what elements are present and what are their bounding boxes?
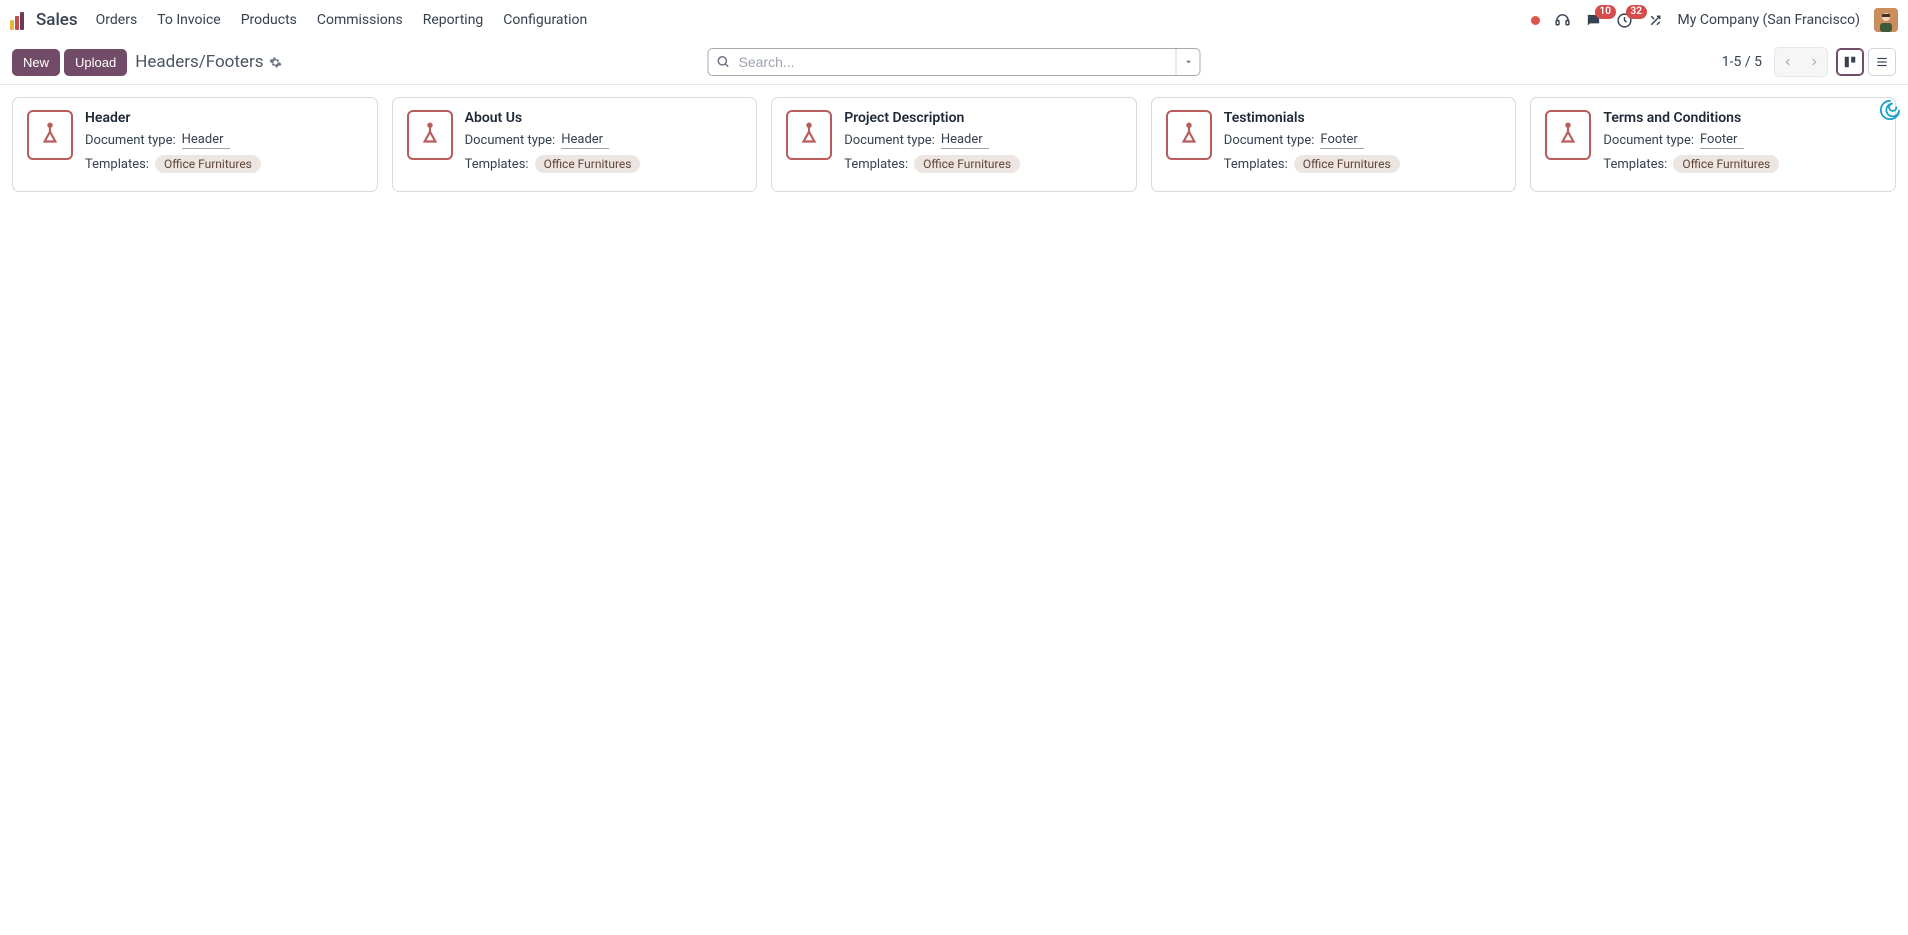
nav-orders[interactable]: Orders — [96, 12, 138, 28]
app-logo-icon[interactable] — [10, 10, 30, 30]
doc-type-label: Document type: — [465, 133, 556, 148]
nav-configuration[interactable]: Configuration — [503, 12, 587, 28]
template-tag[interactable]: Office Furnitures — [1294, 155, 1400, 173]
top-nav-right: 10 32 My Company (San Francisco) — [1531, 8, 1898, 32]
nav-products[interactable]: Products — [241, 12, 297, 28]
templates-label: Templates: — [1603, 157, 1667, 172]
view-kanban[interactable] — [1836, 48, 1864, 76]
templates-label: Templates: — [465, 157, 529, 172]
card-title: Header — [85, 110, 363, 126]
control-bar: New Upload Headers/Footers 1-5 / 5 — [0, 40, 1908, 84]
nav-commissions[interactable]: Commissions — [317, 12, 403, 28]
card-title: Terms and Conditions — [1603, 110, 1881, 126]
pager-buttons — [1774, 47, 1828, 77]
doc-type-value[interactable]: Header — [182, 132, 230, 149]
pager-count[interactable]: 1-5 / 5 — [1722, 54, 1762, 70]
nav-menu: Orders To Invoice Products Commissions R… — [96, 12, 588, 28]
template-tag[interactable]: Office Furnitures — [914, 155, 1020, 173]
doc-type-value[interactable]: Footer — [1320, 132, 1364, 149]
search-input[interactable] — [739, 54, 1168, 70]
nav-to-invoice[interactable]: To Invoice — [157, 12, 221, 28]
phone-icon[interactable] — [1554, 12, 1571, 29]
template-tag[interactable]: Office Furnitures — [1673, 155, 1779, 173]
kanban-view: Header Document type: Header Templates: … — [0, 85, 1908, 204]
company-name[interactable]: My Company (San Francisco) — [1678, 12, 1860, 28]
messages-icon[interactable]: 10 — [1585, 12, 1602, 29]
template-tag[interactable]: Office Furnitures — [535, 155, 641, 173]
breadcrumb: Headers/Footers — [135, 52, 282, 72]
doc-type-value[interactable]: Header — [561, 132, 609, 149]
card-title: Testimonials — [1224, 110, 1502, 126]
doc-type-value[interactable]: Header — [941, 132, 989, 149]
new-button[interactable]: New — [12, 49, 60, 76]
pdf-icon — [1166, 110, 1212, 160]
template-tag[interactable]: Office Furnitures — [155, 155, 261, 173]
view-list[interactable] — [1868, 48, 1896, 76]
search-box — [708, 48, 1201, 76]
top-nav: Sales Orders To Invoice Products Commiss… — [0, 0, 1908, 40]
view-switcher — [1836, 48, 1896, 76]
control-bar-right: 1-5 / 5 — [1722, 47, 1896, 77]
avatar[interactable] — [1874, 8, 1898, 32]
card-terms-and-conditions[interactable]: Terms and Conditions Document type: Foot… — [1530, 97, 1896, 192]
card-header[interactable]: Header Document type: Header Templates: … — [12, 97, 378, 192]
gear-icon[interactable] — [269, 56, 282, 69]
messages-badge: 10 — [1595, 5, 1616, 19]
doc-type-value[interactable]: Footer — [1700, 132, 1744, 149]
pdf-icon — [407, 110, 453, 160]
pdf-icon — [27, 110, 73, 160]
card-testimonials[interactable]: Testimonials Document type: Footer Templ… — [1151, 97, 1517, 192]
pdf-icon — [1545, 110, 1591, 160]
breadcrumb-title[interactable]: Headers/Footers — [135, 52, 263, 72]
doc-type-label: Document type: — [85, 133, 176, 148]
search-dropdown-toggle[interactable] — [1176, 49, 1200, 75]
status-dot-icon[interactable] — [1531, 16, 1540, 25]
card-title: About Us — [465, 110, 743, 126]
search-icon — [717, 55, 731, 69]
pager-prev[interactable] — [1775, 48, 1801, 76]
activities-icon[interactable]: 32 — [1616, 12, 1633, 29]
templates-label: Templates: — [85, 157, 149, 172]
doc-type-label: Document type: — [844, 133, 935, 148]
pdf-icon — [786, 110, 832, 160]
templates-label: Templates: — [844, 157, 908, 172]
card-project-description[interactable]: Project Description Document type: Heade… — [771, 97, 1137, 192]
spiral-icon[interactable] — [1878, 98, 1902, 122]
nav-reporting[interactable]: Reporting — [423, 12, 484, 28]
pager-next[interactable] — [1801, 48, 1827, 76]
tools-icon[interactable] — [1647, 12, 1664, 29]
card-title: Project Description — [844, 110, 1122, 126]
upload-button[interactable]: Upload — [64, 49, 127, 76]
card-about-us[interactable]: About Us Document type: Header Templates… — [392, 97, 758, 192]
doc-type-label: Document type: — [1603, 133, 1694, 148]
activities-badge: 32 — [1626, 5, 1647, 19]
doc-type-label: Document type: — [1224, 133, 1315, 148]
app-name[interactable]: Sales — [36, 10, 78, 30]
templates-label: Templates: — [1224, 157, 1288, 172]
